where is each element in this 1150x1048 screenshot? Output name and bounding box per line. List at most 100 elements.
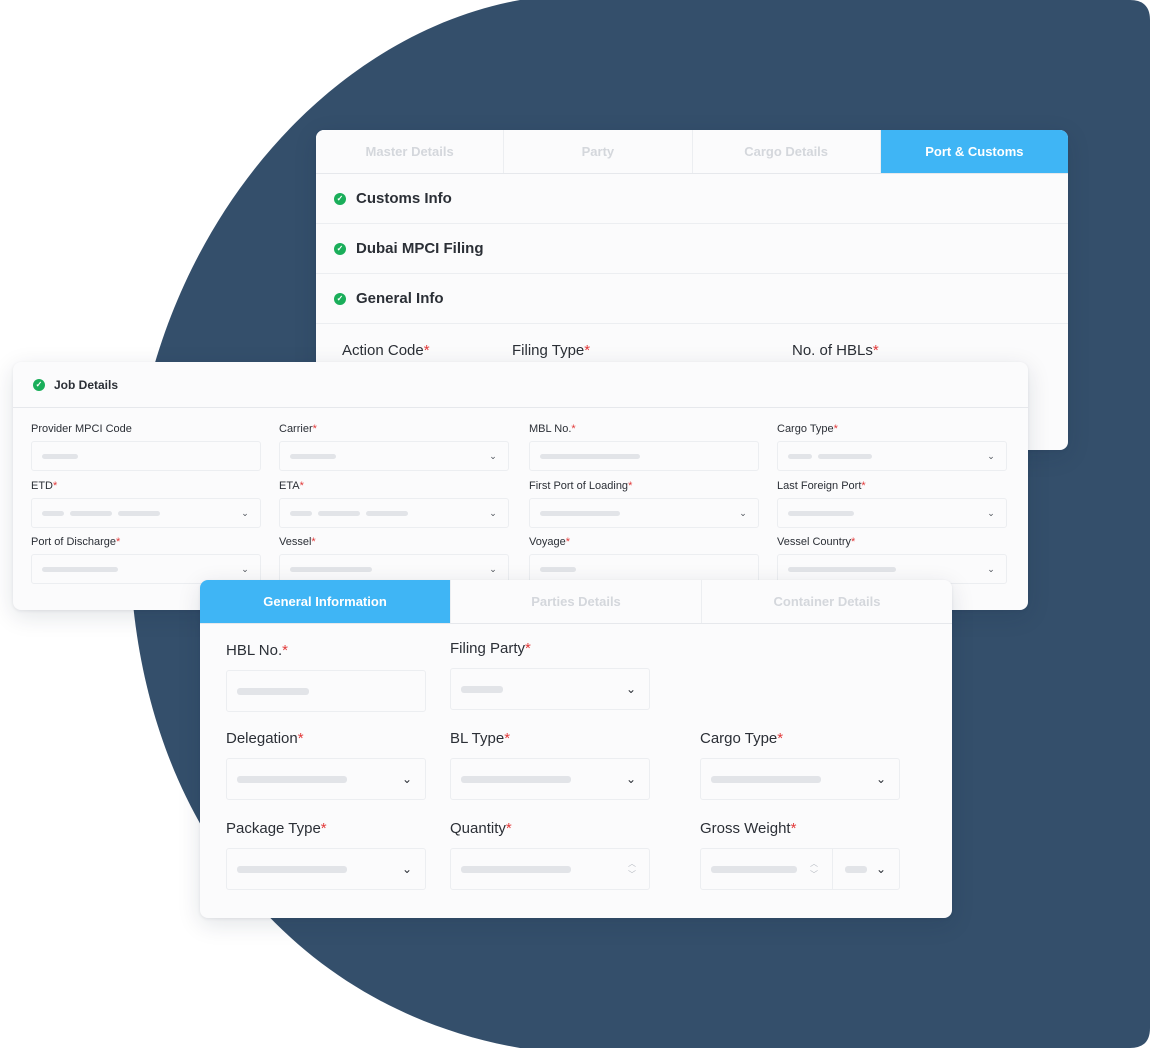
field-vessel-country: Vessel Country* ⌄ bbox=[777, 536, 1007, 584]
first-port-of-loading-select[interactable]: ⌄ bbox=[529, 498, 759, 528]
field-label-text: Delegation bbox=[226, 730, 298, 747]
field-label: ETD* bbox=[31, 480, 261, 494]
field-label-text: Action Code bbox=[342, 342, 424, 359]
field-label: Quantity* bbox=[450, 820, 650, 838]
cargo-type-select[interactable]: ⌄ bbox=[777, 441, 1007, 471]
field-label: First Port of Loading* bbox=[529, 480, 759, 494]
required-asterisk: * bbox=[423, 342, 430, 359]
field-label: Carrier* bbox=[279, 423, 509, 437]
field-label-text: Filing Party bbox=[450, 640, 526, 657]
section-title: General Info bbox=[356, 290, 444, 307]
required-asterisk: * bbox=[115, 536, 121, 548]
filing-party-select[interactable]: ⌄ bbox=[450, 668, 650, 710]
field-mbl-no: MBL No.* bbox=[529, 423, 759, 471]
field-label-text: Cargo Type bbox=[700, 730, 778, 747]
field-label-text: No. of HBLs bbox=[792, 342, 873, 359]
chevron-down-icon: ⌄ bbox=[987, 564, 995, 574]
field-label-text: HBL No. bbox=[226, 642, 283, 659]
placeholder-bar bbox=[118, 510, 160, 516]
gross-weight-input[interactable]: ︿ ﹀ ⌄ bbox=[700, 848, 900, 890]
section-general-info[interactable]: ✓ General Info bbox=[316, 274, 1068, 324]
etd-select[interactable]: ⌄ bbox=[31, 498, 261, 528]
field-label-text: ETD bbox=[31, 480, 53, 492]
field-label-text: Vessel Country bbox=[777, 536, 851, 548]
placeholder-bar bbox=[318, 510, 360, 516]
required-asterisk: * bbox=[53, 480, 58, 492]
chevron-down-icon: ⌄ bbox=[875, 772, 887, 786]
hbl-no-input[interactable] bbox=[226, 670, 426, 712]
last-foreign-port-select[interactable]: ⌄ bbox=[777, 498, 1007, 528]
hbl-general-information-card: General Information Parties Details Cont… bbox=[200, 580, 952, 918]
field-label-text: Vessel bbox=[279, 536, 312, 548]
required-asterisk: * bbox=[505, 820, 512, 837]
job-details-title: Job Details bbox=[54, 377, 119, 392]
field-first-port-of-loading: First Port of Loading* ⌄ bbox=[529, 480, 759, 528]
check-circle-icon: ✓ bbox=[334, 242, 346, 255]
field-label: HBL No.* bbox=[226, 642, 426, 660]
placeholder-bar bbox=[290, 510, 312, 516]
provider-mpci-code-input[interactable] bbox=[31, 441, 261, 471]
field-vessel: Vessel* ⌄ bbox=[279, 536, 509, 584]
filing-type-label: Filing Type* bbox=[512, 342, 590, 359]
section-title: Dubai MPCI Filing bbox=[356, 240, 484, 257]
chevron-down-icon[interactable]: ⌄ bbox=[875, 863, 887, 875]
spinner-arrows-icon[interactable]: ︿ ﹀ bbox=[627, 858, 637, 880]
tab-master-details[interactable]: Master Details bbox=[316, 130, 505, 173]
placeholder-bar bbox=[788, 510, 854, 516]
job-details-header[interactable]: ✓ Job Details bbox=[13, 362, 1028, 408]
placeholder-bar bbox=[711, 775, 821, 783]
tab-party[interactable]: Party bbox=[504, 130, 693, 173]
check-circle-icon: ✓ bbox=[334, 292, 346, 305]
field-gross-weight: Gross Weight* ︿ ﹀ ⌄ bbox=[700, 820, 900, 890]
chevron-down-icon: ⌄ bbox=[739, 508, 747, 518]
spinner-arrows-icon[interactable]: ︿ ﹀ bbox=[809, 858, 819, 880]
package-type-select[interactable]: ⌄ bbox=[226, 848, 426, 890]
placeholder-bar bbox=[461, 685, 503, 693]
section-dubai-mpci-filing[interactable]: ✓ Dubai MPCI Filing bbox=[316, 224, 1068, 274]
chevron-down-icon: ⌄ bbox=[625, 682, 637, 696]
chevron-down-icon: ⌄ bbox=[401, 862, 413, 876]
section-customs-info[interactable]: ✓ Customs Info bbox=[316, 174, 1068, 224]
field-hbl-no: HBL No.* bbox=[226, 642, 426, 712]
chevron-down-icon: ⌄ bbox=[401, 772, 413, 786]
placeholder-bar bbox=[42, 510, 64, 516]
no-of-hbls-label: No. of HBLs* bbox=[792, 342, 879, 359]
field-label: Filing Party* bbox=[450, 640, 650, 658]
eta-select[interactable]: ⌄ bbox=[279, 498, 509, 528]
field-label: BL Type* bbox=[450, 730, 650, 748]
delegation-select[interactable]: ⌄ bbox=[226, 758, 426, 800]
required-asterisk: * bbox=[790, 820, 797, 837]
required-asterisk: * bbox=[850, 536, 856, 548]
field-label: ETA* bbox=[279, 480, 509, 494]
field-label-text: Port of Discharge bbox=[31, 536, 116, 548]
field-label-text: Package Type bbox=[226, 820, 321, 837]
field-label-text: Provider MPCI Code bbox=[31, 423, 132, 435]
unit-placeholder-bar bbox=[845, 865, 867, 873]
tab-cargo-details[interactable]: Cargo Details bbox=[692, 130, 881, 173]
field-label-text: Quantity bbox=[450, 820, 506, 837]
placeholder-bar bbox=[711, 865, 797, 873]
tab-port-customs[interactable]: Port & Customs bbox=[880, 130, 1068, 173]
field-label: Delegation* bbox=[226, 730, 426, 748]
job-details-card: ✓ Job Details Provider MPCI Code Carrier… bbox=[13, 362, 1028, 610]
field-label: Port of Discharge* bbox=[31, 536, 261, 550]
tab-parties-details[interactable]: Parties Details bbox=[451, 580, 702, 623]
field-voyage: Voyage* bbox=[529, 536, 759, 584]
quantity-stepper[interactable]: ︿ ﹀ bbox=[450, 848, 650, 890]
tab-container-details[interactable]: Container Details bbox=[702, 580, 952, 623]
chevron-down-icon: ⌄ bbox=[489, 508, 497, 518]
field-label: Vessel* bbox=[279, 536, 509, 550]
field-label: MBL No.* bbox=[529, 423, 759, 437]
required-asterisk: * bbox=[584, 342, 591, 359]
hbl-cargo-type-select[interactable]: ⌄ bbox=[700, 758, 900, 800]
tab-general-information[interactable]: General Information bbox=[200, 580, 451, 623]
bl-type-select[interactable]: ⌄ bbox=[450, 758, 650, 800]
field-label: Last Foreign Port* bbox=[777, 480, 1007, 494]
required-asterisk: * bbox=[571, 423, 576, 435]
carrier-select[interactable]: ⌄ bbox=[279, 441, 509, 471]
field-label-text: BL Type bbox=[450, 730, 505, 747]
mbl-no-input[interactable] bbox=[529, 441, 759, 471]
field-etd: ETD* ⌄ bbox=[31, 480, 261, 528]
required-asterisk: * bbox=[299, 480, 304, 492]
required-asterisk: * bbox=[861, 480, 866, 492]
